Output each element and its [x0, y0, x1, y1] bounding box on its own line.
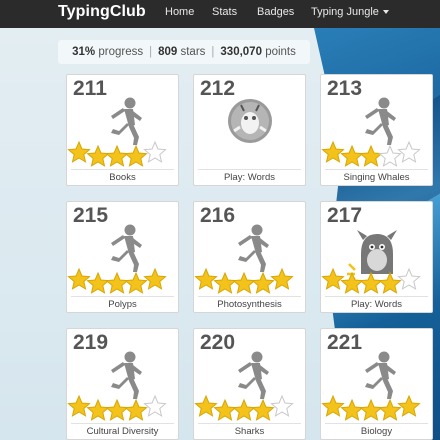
nav-home[interactable]: Home — [165, 6, 194, 18]
navbar: TypingClub Home Stats Badges Typing Jung… — [0, 0, 440, 28]
card-divider — [325, 296, 428, 297]
star-icon — [378, 271, 402, 294]
lesson-runner-icon — [67, 220, 180, 295]
lesson-card[interactable]: 212 Play: Words — [193, 74, 306, 186]
star-icon — [359, 271, 383, 294]
star-icon — [194, 267, 218, 290]
card-divider — [198, 296, 301, 297]
star-icon — [124, 271, 148, 294]
card-divider — [198, 169, 301, 170]
star-icon — [340, 144, 364, 167]
lesson-card[interactable]: 216 Photosynthesis — [193, 201, 306, 313]
star-icon — [213, 398, 237, 421]
points-count: 330,070 — [220, 46, 262, 58]
lesson-title: Books — [109, 172, 136, 183]
star-icon — [124, 398, 148, 421]
card-divider — [71, 169, 174, 170]
lesson-title: Photosynthesis — [217, 299, 282, 310]
points-label: points — [265, 46, 296, 58]
stars-count: 809 — [158, 46, 178, 58]
star-icon — [86, 398, 110, 421]
lesson-runner-icon — [321, 347, 434, 422]
star-icon — [67, 267, 91, 290]
star-icon — [321, 394, 345, 417]
star-icon — [67, 140, 91, 163]
lesson-card[interactable]: 215 Polyps — [66, 201, 179, 313]
star-icon — [397, 394, 421, 417]
card-divider — [325, 169, 428, 170]
lesson-runner-icon — [194, 220, 307, 295]
card-divider — [71, 423, 174, 424]
star-icon — [397, 140, 421, 163]
lesson-card[interactable]: 219 Cultural Diversity — [66, 328, 179, 440]
star-icon — [86, 144, 110, 167]
star-icon — [143, 394, 167, 417]
star-icon — [194, 394, 218, 417]
lesson-card[interactable]: 217 Play: Words — [320, 201, 433, 313]
star-icon — [67, 394, 91, 417]
star-icon — [251, 398, 275, 421]
star-icon — [124, 144, 148, 167]
progress-summary: 31% progress | 809 stars | 330,070 point… — [58, 40, 310, 64]
lesson-title: Sharks — [234, 426, 265, 437]
lesson-runner-icon — [321, 93, 434, 168]
star-icon — [359, 144, 383, 167]
star-icon — [143, 267, 167, 290]
lesson-title: Singing Whales — [343, 172, 410, 183]
star-icon — [378, 398, 402, 421]
star-icon — [270, 267, 294, 290]
star-icon — [105, 398, 129, 421]
card-divider — [198, 423, 301, 424]
stars-label: stars — [180, 46, 206, 58]
star-icon — [232, 271, 256, 294]
star-icon — [340, 398, 364, 421]
star-icon — [397, 267, 421, 290]
star-icon — [105, 144, 129, 167]
star-icon — [213, 271, 237, 294]
lesson-card[interactable]: 211 Books — [66, 74, 179, 186]
lesson-title: Biology — [360, 426, 393, 437]
nav-typing-jungle[interactable]: Typing Jungle — [311, 6, 389, 18]
game-character-icon — [321, 220, 434, 295]
star-icon — [86, 271, 110, 294]
nav-stats[interactable]: Stats — [212, 6, 237, 18]
game-character-icon — [194, 93, 307, 168]
divider: | — [211, 46, 215, 58]
star-icon — [143, 140, 167, 163]
star-icon — [321, 267, 345, 290]
nav-badges[interactable]: Badges — [257, 6, 294, 18]
star-icon — [270, 394, 294, 417]
star-icon — [378, 144, 402, 167]
star-icon — [105, 271, 129, 294]
lesson-title: Play: Words — [350, 299, 403, 310]
card-divider — [71, 296, 174, 297]
lesson-card[interactable]: 213 Singing Whales — [320, 74, 433, 186]
lesson-title: Cultural Diversity — [86, 426, 159, 437]
lesson-runner-icon — [194, 347, 307, 422]
progress-label: progress — [98, 46, 144, 58]
card-divider — [325, 423, 428, 424]
progress-percent: 31% — [72, 46, 96, 58]
lesson-runner-icon — [67, 347, 180, 422]
lesson-title: Polyps — [108, 299, 137, 310]
lesson-runner-icon — [67, 93, 180, 168]
caret-down-icon — [382, 10, 389, 15]
nav-typing-jungle-label: Typing Jungle — [311, 6, 379, 18]
lesson-card[interactable]: 220 Sharks — [193, 328, 306, 440]
lesson-title: Play: Words — [223, 172, 276, 183]
star-icon — [232, 398, 256, 421]
star-icon — [340, 271, 364, 294]
lesson-card[interactable]: 221 Biology — [320, 328, 433, 440]
divider: | — [149, 46, 153, 58]
star-icon — [359, 398, 383, 421]
star-icon — [321, 140, 345, 163]
brand-logo[interactable]: TypingClub — [58, 3, 146, 21]
star-icon — [251, 271, 275, 294]
